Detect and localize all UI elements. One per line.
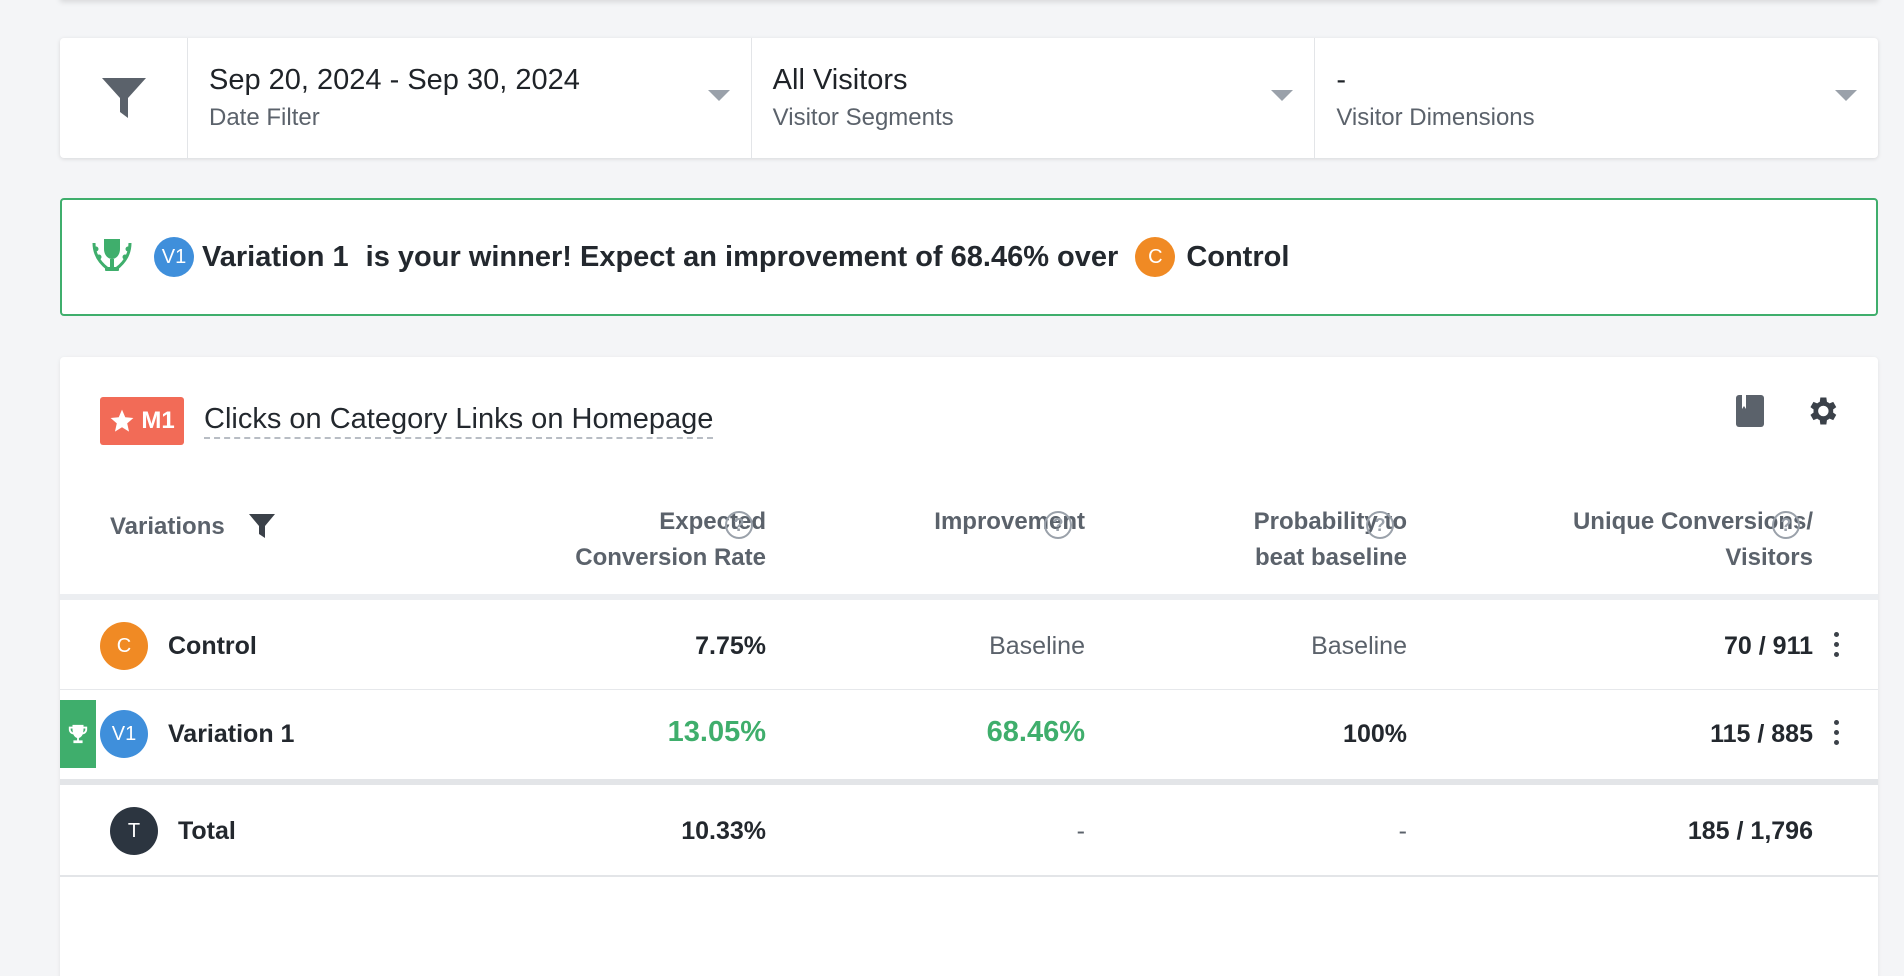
visitor-dimensions-label: Visitor Dimensions bbox=[1336, 104, 1535, 131]
help-icon[interactable]: ? bbox=[1044, 511, 1072, 539]
control-badge: C bbox=[1135, 237, 1176, 277]
metric-badge-label: M1 bbox=[141, 407, 175, 434]
header-line: Conversion Rate bbox=[575, 544, 766, 571]
conversion-rate: 13.05% bbox=[667, 716, 766, 748]
help-icon[interactable]: ? bbox=[725, 511, 753, 539]
visitor-dimensions-dropdown[interactable]: - Visitor Dimensions bbox=[1315, 38, 1878, 158]
filter-funnel-icon[interactable] bbox=[248, 513, 276, 544]
total-badge: T bbox=[110, 807, 158, 855]
visitor-segments-label: Visitor Segments bbox=[772, 104, 954, 131]
filter-bar-icon-cell bbox=[60, 38, 188, 158]
winner-banner: V1 Variation 1 is your winner! Expect an… bbox=[60, 198, 1878, 316]
winner-name: Variation 1 bbox=[202, 240, 349, 273]
variation-name: Variation 1 bbox=[168, 720, 295, 748]
header-line: Visitors bbox=[1725, 544, 1813, 571]
metric-title[interactable]: Clicks on Category Links on Homepage bbox=[204, 401, 714, 439]
gear-icon[interactable] bbox=[1804, 393, 1840, 434]
unique-conversions: 70 / 911 bbox=[1724, 632, 1813, 660]
total-label: Total bbox=[178, 817, 236, 845]
chevron-down-icon bbox=[1835, 90, 1858, 101]
total-unique-conversions: 185 / 1,796 bbox=[1687, 817, 1813, 845]
winner-message: is your winner! Expect an improvement of… bbox=[365, 240, 1119, 273]
primary-metric-badge: M1 bbox=[100, 397, 184, 445]
help-icon[interactable]: ? bbox=[1366, 511, 1394, 539]
probability: 100% bbox=[1343, 720, 1407, 748]
total-probability: - bbox=[1398, 817, 1407, 845]
improvement: 68.46% bbox=[986, 716, 1085, 748]
probability: Baseline bbox=[1311, 632, 1407, 660]
variation-badge: V1 bbox=[100, 710, 148, 758]
table-row: V1 Variation 1 13.05% 68.46% 100% 115 / … bbox=[60, 691, 1878, 779]
chevron-down-icon bbox=[707, 90, 730, 101]
date-filter-value: Sep 20, 2024 - Sep 30, 2024 bbox=[209, 64, 580, 96]
control-badge: C bbox=[100, 622, 148, 670]
visitor-dimensions-value: - bbox=[1336, 64, 1347, 96]
chevron-down-icon bbox=[1271, 90, 1294, 101]
baseline-name: Control bbox=[1186, 240, 1290, 273]
metric-card: M1 Clicks on Category Links on Homepage … bbox=[60, 357, 1878, 976]
filter-bar: Sep 20, 2024 - Sep 30, 2024 Date Filter … bbox=[60, 38, 1878, 158]
header-line: Unique Conversions/ bbox=[1572, 508, 1813, 535]
column-header-unique-conversions: Unique Conversions/ Visitors bbox=[1513, 504, 1813, 576]
row-menu-icon[interactable] bbox=[1832, 720, 1840, 745]
funnel-icon bbox=[101, 78, 146, 118]
header-line: beat baseline bbox=[1254, 544, 1407, 571]
variation-badge: V1 bbox=[154, 237, 194, 277]
unique-conversions: 115 / 885 bbox=[1710, 720, 1813, 748]
date-filter-dropdown[interactable]: Sep 20, 2024 - Sep 30, 2024 Date Filter bbox=[188, 38, 752, 158]
winner-marker bbox=[60, 700, 96, 768]
visitor-segments-dropdown[interactable]: All Visitors Visitor Segments bbox=[752, 38, 1316, 158]
table-row-total: T Total 10.33% - - 185 / 1,796 bbox=[60, 785, 1878, 877]
star-icon bbox=[110, 409, 134, 432]
date-filter-label: Date Filter bbox=[209, 104, 320, 131]
variation-name: Control bbox=[168, 632, 257, 660]
table-row: C Control 7.75% Baseline Baseline 70 / 9… bbox=[60, 600, 1878, 690]
column-header-variations: Variations bbox=[110, 513, 225, 540]
conversion-rate: 7.75% bbox=[695, 632, 766, 660]
total-conversion-rate: 10.33% bbox=[681, 817, 766, 845]
report-book-icon[interactable] bbox=[1734, 393, 1766, 434]
help-icon[interactable]: ? bbox=[1772, 511, 1800, 539]
improvement: Baseline bbox=[989, 632, 1085, 660]
visitor-segments-value: All Visitors bbox=[772, 64, 908, 96]
trophy-icon bbox=[68, 724, 88, 744]
trophy-laurel-icon bbox=[90, 235, 134, 279]
total-improvement: - bbox=[1076, 817, 1085, 845]
row-menu-icon[interactable] bbox=[1832, 632, 1840, 657]
